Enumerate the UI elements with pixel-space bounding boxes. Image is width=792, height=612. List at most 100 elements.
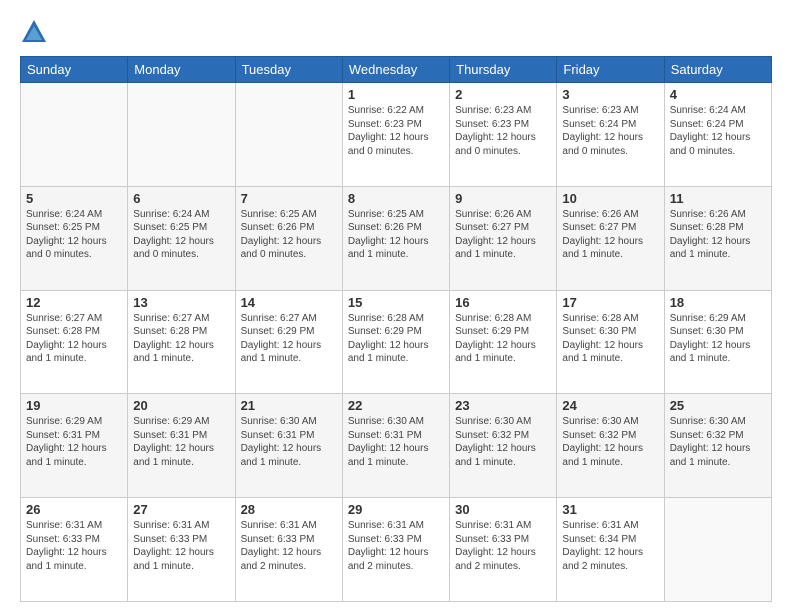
weekday-header-monday: Monday <box>128 57 235 83</box>
day-number: 27 <box>133 502 229 517</box>
day-cell: 22 Sunrise: 6:30 AM Sunset: 6:31 PM Dayli… <box>342 394 449 498</box>
day-number: 3 <box>562 87 658 102</box>
day-cell: 12 Sunrise: 6:27 AM Sunset: 6:28 PM Dayli… <box>21 290 128 394</box>
day-cell: 20 Sunrise: 6:29 AM Sunset: 6:31 PM Dayli… <box>128 394 235 498</box>
day-info: Sunrise: 6:22 AM Sunset: 6:23 PM Dayligh… <box>348 104 444 158</box>
day-cell: 1 Sunrise: 6:22 AM Sunset: 6:23 PM Daylig… <box>342 83 449 187</box>
day-cell: 8 Sunrise: 6:25 AM Sunset: 6:26 PM Daylig… <box>342 186 449 290</box>
generalblue-logo-icon <box>20 18 48 46</box>
day-cell: 25 Sunrise: 6:30 AM Sunset: 6:32 PM Dayli… <box>664 394 771 498</box>
day-info: Sunrise: 6:31 AM Sunset: 6:33 PM Dayligh… <box>455 519 551 573</box>
day-number: 4 <box>670 87 766 102</box>
day-number: 12 <box>26 295 122 310</box>
day-cell: 16 Sunrise: 6:28 AM Sunset: 6:29 PM Dayli… <box>450 290 557 394</box>
day-number: 17 <box>562 295 658 310</box>
day-cell: 21 Sunrise: 6:30 AM Sunset: 6:31 PM Dayli… <box>235 394 342 498</box>
day-number: 11 <box>670 191 766 206</box>
day-info: Sunrise: 6:30 AM Sunset: 6:31 PM Dayligh… <box>241 415 337 469</box>
day-number: 23 <box>455 398 551 413</box>
day-cell: 29Sunrise: 6:31 AM Sunset: 6:33 PM Dayli… <box>342 498 449 602</box>
day-info: Sunrise: 6:25 AM Sunset: 6:26 PM Dayligh… <box>241 208 337 262</box>
day-cell: 17 Sunrise: 6:28 AM Sunset: 6:30 PM Dayli… <box>557 290 664 394</box>
day-info: Sunrise: 6:23 AM Sunset: 6:24 PM Dayligh… <box>562 104 658 158</box>
day-cell: 19Sunrise: 6:29 AM Sunset: 6:31 PM Dayli… <box>21 394 128 498</box>
day-cell: 18Sunrise: 6:29 AM Sunset: 6:30 PM Dayli… <box>664 290 771 394</box>
day-cell <box>21 83 128 187</box>
day-number: 14 <box>241 295 337 310</box>
day-cell: 14 Sunrise: 6:27 AM Sunset: 6:29 PM Dayli… <box>235 290 342 394</box>
day-number: 9 <box>455 191 551 206</box>
day-number: 21 <box>241 398 337 413</box>
day-info: Sunrise: 6:24 AM Sunset: 6:25 PM Dayligh… <box>133 208 229 262</box>
day-cell: 23 Sunrise: 6:30 AM Sunset: 6:32 PM Dayli… <box>450 394 557 498</box>
day-info: Sunrise: 6:31 AM Sunset: 6:34 PM Dayligh… <box>562 519 658 573</box>
weekday-header-saturday: Saturday <box>664 57 771 83</box>
day-number: 22 <box>348 398 444 413</box>
day-info: Sunrise: 6:26 AM Sunset: 6:28 PM Dayligh… <box>670 208 766 262</box>
day-info: Sunrise: 6:28 AM Sunset: 6:29 PM Dayligh… <box>348 312 444 366</box>
day-info: Sunrise: 6:30 AM Sunset: 6:32 PM Dayligh… <box>670 415 766 469</box>
day-number: 1 <box>348 87 444 102</box>
weekday-header-row: SundayMondayTuesdayWednesdayThursdayFrid… <box>21 57 772 83</box>
day-cell: 28Sunrise: 6:31 AM Sunset: 6:33 PM Dayli… <box>235 498 342 602</box>
calendar-table: SundayMondayTuesdayWednesdayThursdayFrid… <box>20 56 772 602</box>
day-info: Sunrise: 6:28 AM Sunset: 6:30 PM Dayligh… <box>562 312 658 366</box>
day-info: Sunrise: 6:28 AM Sunset: 6:29 PM Dayligh… <box>455 312 551 366</box>
day-cell: 4 Sunrise: 6:24 AM Sunset: 6:24 PM Daylig… <box>664 83 771 187</box>
day-info: Sunrise: 6:30 AM Sunset: 6:31 PM Dayligh… <box>348 415 444 469</box>
logo <box>20 18 52 46</box>
day-info: Sunrise: 6:26 AM Sunset: 6:27 PM Dayligh… <box>455 208 551 262</box>
day-info: Sunrise: 6:27 AM Sunset: 6:28 PM Dayligh… <box>133 312 229 366</box>
day-number: 13 <box>133 295 229 310</box>
day-cell: 27 Sunrise: 6:31 AM Sunset: 6:33 PM Dayli… <box>128 498 235 602</box>
day-info: Sunrise: 6:27 AM Sunset: 6:29 PM Dayligh… <box>241 312 337 366</box>
day-number: 15 <box>348 295 444 310</box>
day-number: 31 <box>562 502 658 517</box>
day-cell: 10Sunrise: 6:26 AM Sunset: 6:27 PM Dayli… <box>557 186 664 290</box>
day-cell: 30 Sunrise: 6:31 AM Sunset: 6:33 PM Dayli… <box>450 498 557 602</box>
day-info: Sunrise: 6:27 AM Sunset: 6:28 PM Dayligh… <box>26 312 122 366</box>
day-number: 16 <box>455 295 551 310</box>
day-info: Sunrise: 6:24 AM Sunset: 6:24 PM Dayligh… <box>670 104 766 158</box>
day-cell: 31 Sunrise: 6:31 AM Sunset: 6:34 PM Dayli… <box>557 498 664 602</box>
day-info: Sunrise: 6:31 AM Sunset: 6:33 PM Dayligh… <box>348 519 444 573</box>
day-number: 25 <box>670 398 766 413</box>
day-cell: 2Sunrise: 6:23 AM Sunset: 6:23 PM Daylig… <box>450 83 557 187</box>
day-cell: 3 Sunrise: 6:23 AM Sunset: 6:24 PM Daylig… <box>557 83 664 187</box>
day-number: 24 <box>562 398 658 413</box>
day-info: Sunrise: 6:25 AM Sunset: 6:26 PM Dayligh… <box>348 208 444 262</box>
week-row-2: 5 Sunrise: 6:24 AM Sunset: 6:25 PM Daylig… <box>21 186 772 290</box>
day-info: Sunrise: 6:30 AM Sunset: 6:32 PM Dayligh… <box>455 415 551 469</box>
day-cell: 9 Sunrise: 6:26 AM Sunset: 6:27 PM Daylig… <box>450 186 557 290</box>
weekday-header-wednesday: Wednesday <box>342 57 449 83</box>
day-number: 10 <box>562 191 658 206</box>
day-number: 2 <box>455 87 551 102</box>
day-cell <box>664 498 771 602</box>
day-cell: 11 Sunrise: 6:26 AM Sunset: 6:28 PM Dayli… <box>664 186 771 290</box>
week-row-1: 1 Sunrise: 6:22 AM Sunset: 6:23 PM Daylig… <box>21 83 772 187</box>
day-number: 26 <box>26 502 122 517</box>
day-info: Sunrise: 6:31 AM Sunset: 6:33 PM Dayligh… <box>133 519 229 573</box>
day-cell <box>235 83 342 187</box>
weekday-header-tuesday: Tuesday <box>235 57 342 83</box>
day-number: 8 <box>348 191 444 206</box>
day-info: Sunrise: 6:29 AM Sunset: 6:30 PM Dayligh… <box>670 312 766 366</box>
day-info: Sunrise: 6:31 AM Sunset: 6:33 PM Dayligh… <box>26 519 122 573</box>
day-number: 20 <box>133 398 229 413</box>
weekday-header-friday: Friday <box>557 57 664 83</box>
day-cell: 7Sunrise: 6:25 AM Sunset: 6:26 PM Daylig… <box>235 186 342 290</box>
header <box>20 18 772 46</box>
day-cell: 13 Sunrise: 6:27 AM Sunset: 6:28 PM Dayli… <box>128 290 235 394</box>
day-cell <box>128 83 235 187</box>
weekday-header-thursday: Thursday <box>450 57 557 83</box>
day-info: Sunrise: 6:31 AM Sunset: 6:33 PM Dayligh… <box>241 519 337 573</box>
day-cell: 26 Sunrise: 6:31 AM Sunset: 6:33 PM Dayli… <box>21 498 128 602</box>
day-info: Sunrise: 6:29 AM Sunset: 6:31 PM Dayligh… <box>133 415 229 469</box>
day-number: 30 <box>455 502 551 517</box>
day-cell: 5Sunrise: 6:24 AM Sunset: 6:25 PM Daylig… <box>21 186 128 290</box>
week-row-5: 26 Sunrise: 6:31 AM Sunset: 6:33 PM Dayli… <box>21 498 772 602</box>
day-info: Sunrise: 6:29 AM Sunset: 6:31 PM Dayligh… <box>26 415 122 469</box>
week-row-3: 12 Sunrise: 6:27 AM Sunset: 6:28 PM Dayli… <box>21 290 772 394</box>
day-cell: 24Sunrise: 6:30 AM Sunset: 6:32 PM Dayli… <box>557 394 664 498</box>
day-number: 5 <box>26 191 122 206</box>
